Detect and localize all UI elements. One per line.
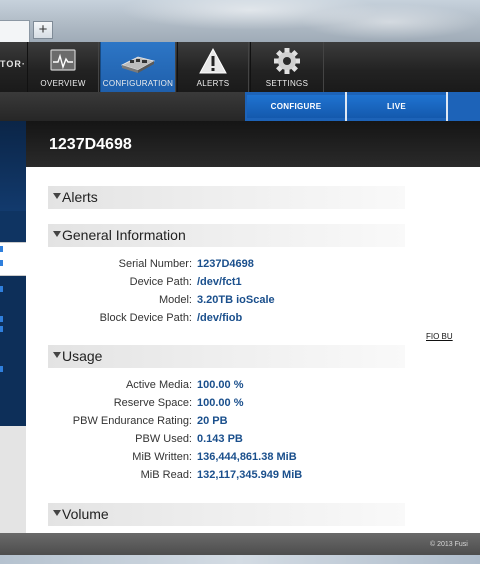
- field-value: 132,117,345.949 MiB: [197, 469, 303, 481]
- field-value: 0.143 PB: [197, 433, 243, 445]
- collapse-arrow-icon[interactable]: [53, 193, 61, 199]
- sidebar-marker: [0, 260, 3, 266]
- field-value: 136,444,861.38 MiB: [197, 451, 297, 463]
- field-label: Model:: [158, 294, 192, 306]
- copyright-text: © 2013 Fusi: [430, 541, 468, 548]
- nav-label: CONFIGURATION: [102, 79, 174, 88]
- sidebar-marker: [0, 316, 3, 322]
- sub-navbar-dark-strip: [0, 92, 245, 121]
- collapse-arrow-icon[interactable]: [53, 510, 61, 516]
- sidebar-marker: [0, 286, 3, 292]
- nav-settings[interactable]: SETTINGS: [250, 42, 324, 92]
- usage-row-pbw-used: PBW Used: 0.143 PB: [26, 431, 406, 448]
- field-value: 1237D4698: [197, 258, 254, 270]
- section-title[interactable]: Volume: [62, 506, 109, 522]
- configure-button[interactable]: CONFIGURE: [247, 95, 345, 118]
- usage-row-pbw-endurance-rating: PBW Endurance Rating: 20 PB: [26, 413, 406, 430]
- field-label: MiB Read:: [140, 469, 192, 481]
- sidebar-marker: [0, 246, 3, 252]
- info-row-model: Model: 3.20TB ioScale: [26, 292, 406, 309]
- usage-row-mib-read: MiB Read: 132,117,345.949 MiB: [26, 467, 406, 484]
- field-label: PBW Endurance Rating:: [72, 415, 192, 427]
- nav-label: ALERTS: [196, 79, 230, 88]
- field-value: 100.00 %: [197, 397, 244, 409]
- app-navbar: TOR· OVERVIEW CONFIGURATION ALERTS SETTI…: [0, 42, 480, 92]
- sub-navbar: CONFIGURE LIVE: [0, 92, 480, 121]
- sidebar-empty-area: [0, 426, 26, 533]
- gear-icon: [272, 47, 302, 75]
- field-value: /dev/fiob: [197, 312, 243, 324]
- fio-link[interactable]: FIO BU: [426, 332, 453, 341]
- field-value: 3.20TB ioScale: [197, 294, 275, 306]
- section-volume[interactable]: Volume: [48, 503, 405, 526]
- nav-alerts[interactable]: ALERTS: [177, 42, 249, 92]
- divider: [446, 92, 448, 121]
- field-value: /dev/fct1: [197, 276, 242, 288]
- info-row-device-path: Device Path: /dev/fct1: [26, 274, 406, 291]
- section-title[interactable]: Alerts: [62, 189, 98, 205]
- section-title[interactable]: Usage: [62, 348, 102, 364]
- field-label: MiB Written:: [132, 451, 192, 463]
- usage-row-reserve-space: Reserve Space: 100.00 %: [26, 395, 406, 412]
- field-label: Serial Number:: [118, 258, 192, 270]
- sidebar-marker: [0, 326, 3, 332]
- device-title: 1237D4698: [49, 136, 132, 153]
- section-general-information[interactable]: General Information: [48, 224, 405, 247]
- browser-tab[interactable]: [0, 20, 30, 42]
- usage-row-mib-written: MiB Written: 136,444,861.38 MiB: [26, 449, 406, 466]
- new-tab-button[interactable]: +: [33, 21, 53, 39]
- field-value: 100.00 %: [197, 379, 244, 391]
- live-button[interactable]: LIVE: [347, 95, 446, 118]
- collapse-arrow-icon[interactable]: [53, 352, 61, 358]
- nav-configuration[interactable]: CONFIGURATION: [100, 42, 176, 92]
- sidebar-list: [0, 276, 26, 426]
- configuration-icon: [118, 47, 158, 75]
- usage-row-active-media: Active Media: 100.00 %: [26, 377, 406, 394]
- wallpaper-cloud: [300, 4, 480, 40]
- nav-label: SETTINGS: [265, 79, 309, 88]
- device-header: 1237D4698: [26, 121, 480, 167]
- sidebar-item-selected[interactable]: [0, 242, 26, 276]
- field-label: Block Device Path:: [99, 312, 192, 324]
- sidebar-item[interactable]: [0, 211, 26, 242]
- field-label: Active Media:: [125, 379, 192, 391]
- browser-tab-strip: +: [0, 0, 480, 42]
- right-pane: [406, 167, 480, 533]
- page-footer: © 2013 Fusi: [0, 533, 480, 555]
- field-label: PBW Used:: [135, 433, 192, 445]
- device-sidebar: [0, 121, 26, 533]
- desktop-wallpaper: [0, 555, 480, 564]
- brand-logo-text: TOR·: [0, 59, 26, 69]
- field-label: Device Path:: [129, 276, 192, 288]
- section-alerts[interactable]: Alerts: [48, 186, 405, 209]
- field-label: Reserve Space:: [113, 397, 192, 409]
- nav-label: OVERVIEW: [40, 79, 86, 88]
- sidebar-marker: [0, 366, 3, 372]
- sidebar-header: [0, 121, 26, 211]
- device-details-pane[interactable]: Alerts General Information Serial Number…: [26, 167, 406, 533]
- field-value: 20 PB: [197, 415, 228, 427]
- info-row-serial-number: Serial Number: 1237D4698: [26, 256, 406, 273]
- overview-icon: [48, 47, 78, 75]
- section-title[interactable]: General Information: [62, 227, 186, 243]
- nav-overview[interactable]: OVERVIEW: [27, 42, 99, 92]
- section-usage[interactable]: Usage: [48, 345, 405, 368]
- info-row-block-device-path: Block Device Path: /dev/fiob: [26, 310, 406, 327]
- alert-icon: [198, 47, 228, 75]
- main-content: Alerts General Information Serial Number…: [26, 167, 480, 533]
- collapse-arrow-icon[interactable]: [53, 231, 61, 237]
